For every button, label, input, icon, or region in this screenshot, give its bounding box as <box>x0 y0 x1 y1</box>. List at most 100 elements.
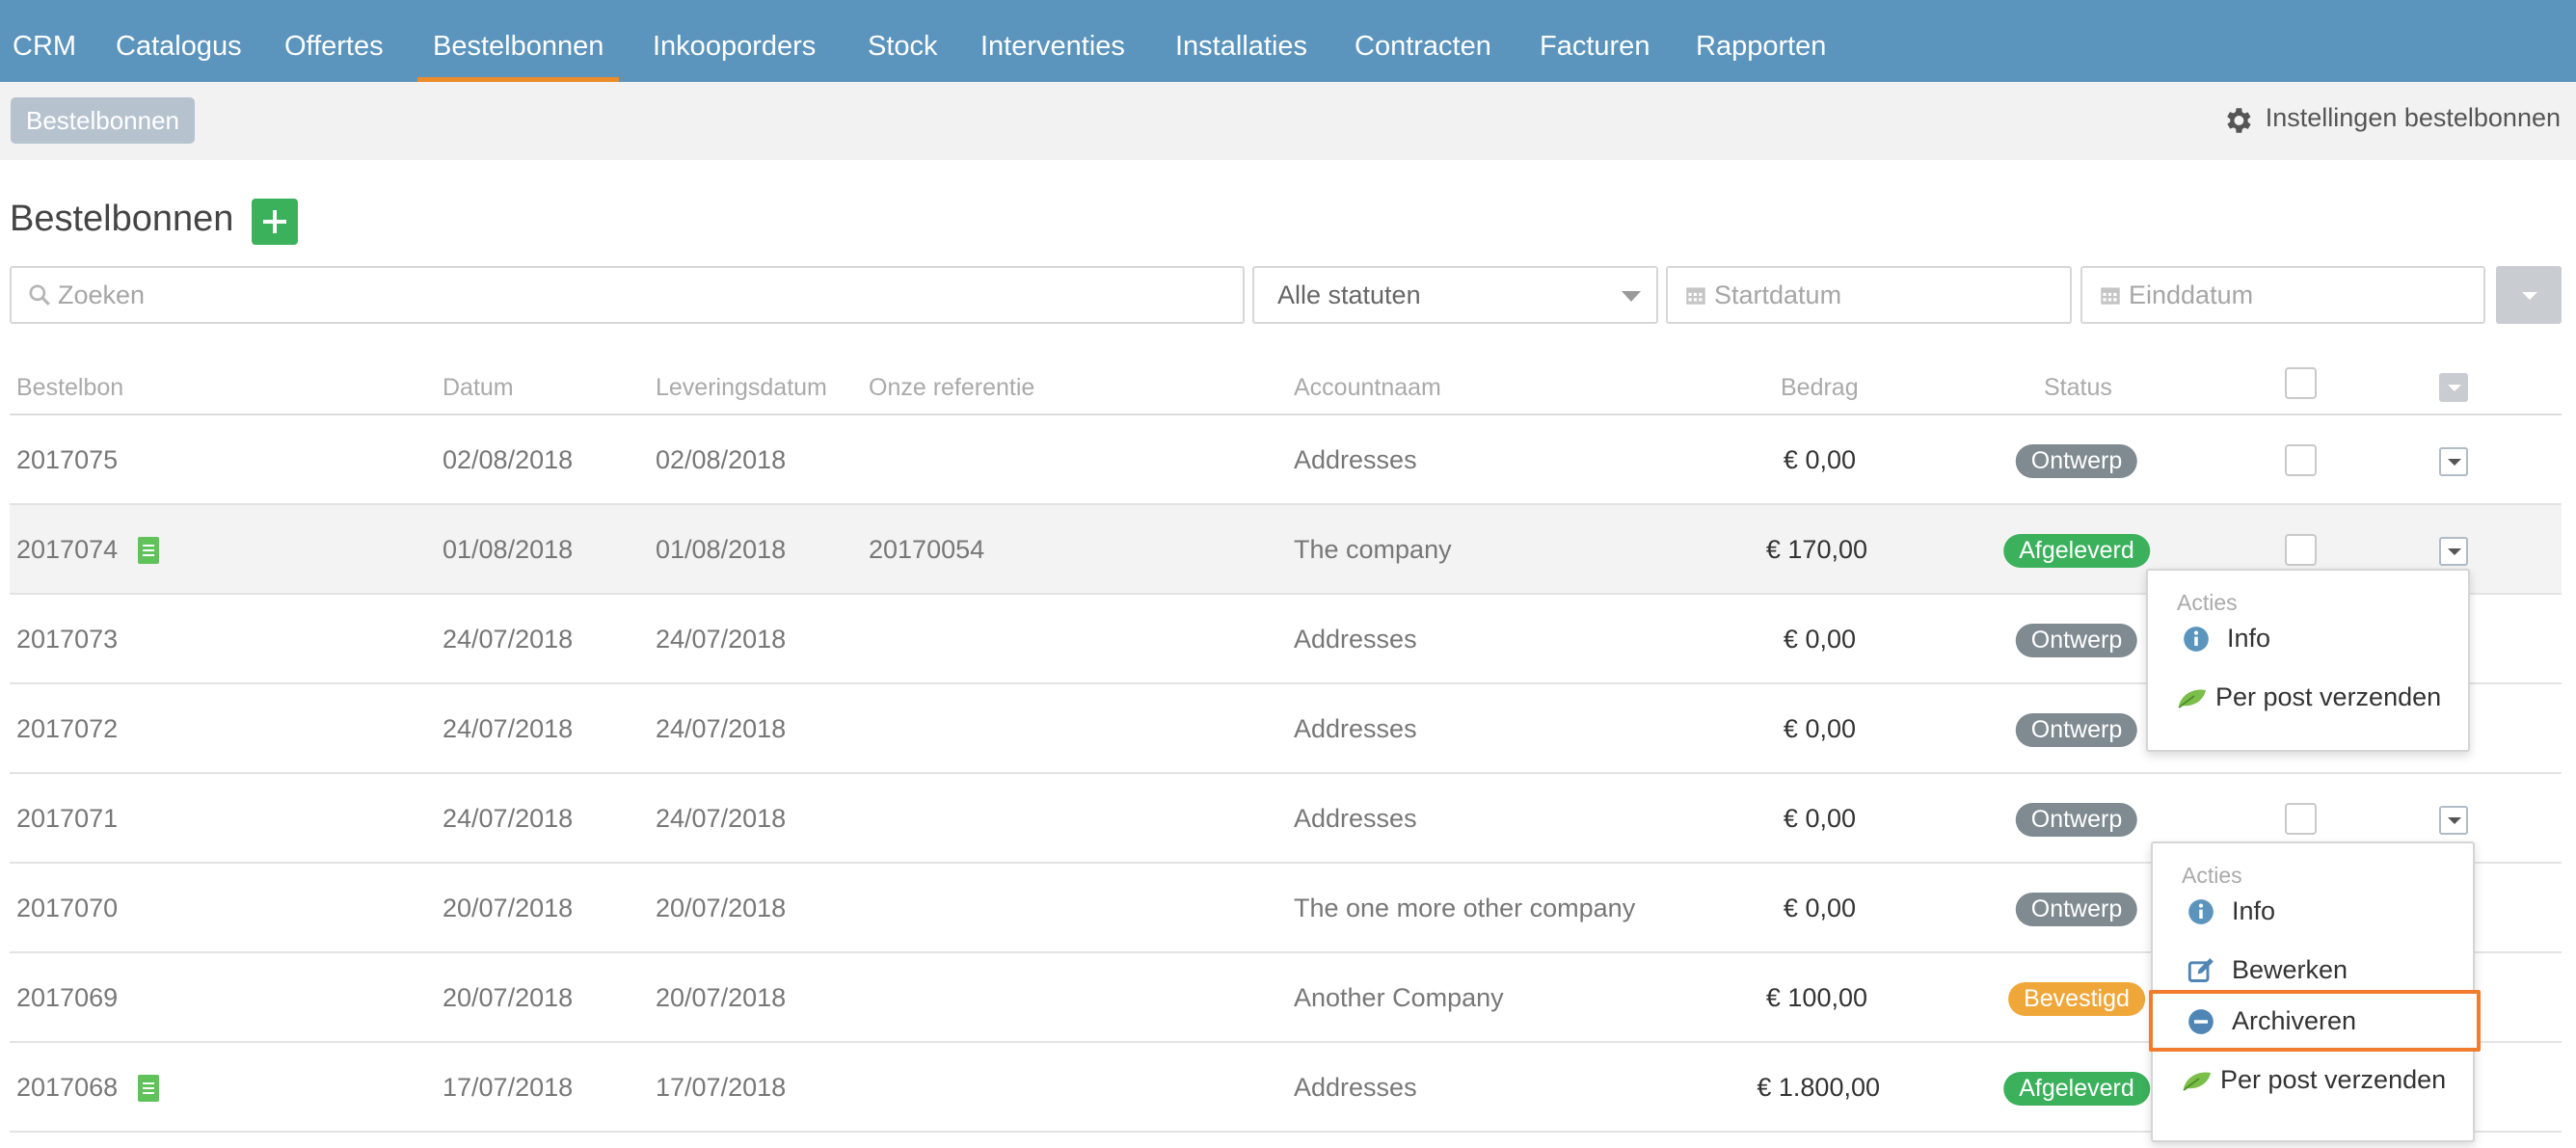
nav-contracten[interactable]: Contracten <box>1355 0 1491 82</box>
cell-bestelbon[interactable]: 2017071 <box>16 774 118 864</box>
row-checkbox[interactable] <box>2285 803 2317 835</box>
cell-datum: 02/08/2018 <box>443 445 574 474</box>
table-row[interactable]: 2017075 02/08/2018 02/08/2018 Addresses … <box>10 415 2562 505</box>
cell-accountnaam[interactable]: Addresses <box>1294 595 1417 684</box>
leaf-icon <box>2178 689 2206 708</box>
cell-bestelbon[interactable]: 2017070 <box>16 864 118 953</box>
edit-icon <box>2187 958 2214 982</box>
calendar-icon <box>1686 287 1705 305</box>
cell-bestelbon[interactable]: 2017068 <box>16 1043 118 1133</box>
status-badge: Ontwerp <box>2015 893 2138 926</box>
page-title: Bestelbonnen <box>10 199 234 239</box>
nav-bestelbonnen[interactable]: Bestelbonnen <box>416 0 620 82</box>
cell-leveringsdatum: 02/08/2018 <box>656 445 787 474</box>
start-date-input[interactable]: Startdatum <box>1666 266 2072 324</box>
row-checkbox[interactable] <box>2285 534 2317 566</box>
column-header-datum[interactable]: Datum <box>443 374 514 402</box>
menu-item-label: Per post verzenden <box>2220 1065 2447 1094</box>
add-bestelbon-button[interactable] <box>252 199 298 245</box>
nav-catalogus[interactable]: Catalogus <box>116 0 242 82</box>
column-header-accountnaam[interactable]: Accountnaam <box>1294 374 1441 402</box>
cell-leveringsdatum: 01/08/2018 <box>656 535 787 564</box>
cell-bedrag: € 100,00 <box>1765 983 1867 1012</box>
cell-bestelbon[interactable]: 2017073 <box>16 595 118 684</box>
cell-bedrag: € 0,00 <box>1783 625 1856 654</box>
end-date-input[interactable]: Einddatum <box>2080 266 2485 324</box>
cell-datum: 24/07/2018 <box>443 714 574 743</box>
menu-item-label: Info <box>2227 624 2271 653</box>
nav-facturen[interactable]: Facturen <box>1540 0 1650 82</box>
nav-offertes[interactable]: Offertes <box>284 0 384 82</box>
cell-bestelbon[interactable]: 2017075 <box>16 415 118 505</box>
cell-datum: 17/07/2018 <box>443 1073 574 1102</box>
status-badge: Ontwerp <box>2015 713 2138 747</box>
settings-link[interactable]: Instellingen bestelbonnen <box>2226 103 2561 133</box>
cell-bestelbon[interactable]: 2017074 <box>16 505 118 595</box>
cell-referentie: 20170054 <box>869 535 985 564</box>
menu-item-label: Bewerken <box>2232 955 2348 984</box>
nav-crm[interactable]: CRM <box>13 0 76 82</box>
settings-link-label: Instellingen bestelbonnen <box>2265 103 2561 132</box>
column-header-bestelbon[interactable]: Bestelbon <box>16 374 123 402</box>
cell-accountnaam[interactable]: Addresses <box>1294 1043 1417 1133</box>
minus-circle-icon <box>2188 1009 2214 1034</box>
cell-bestelbon[interactable]: 2017072 <box>16 684 118 774</box>
cell-accountnaam[interactable]: Addresses <box>1294 774 1417 864</box>
nav-installaties[interactable]: Installaties <box>1175 0 1307 82</box>
calendar-icon <box>2101 287 2120 305</box>
status-select[interactable]: Alle statuten <box>1252 266 1658 324</box>
cell-accountnaam[interactable]: Another Company <box>1294 953 1504 1043</box>
cell-accountnaam[interactable]: Addresses <box>1294 684 1417 774</box>
column-header-status[interactable]: Status <box>2044 374 2112 402</box>
select-all-checkbox[interactable] <box>2285 367 2317 399</box>
cell-leveringsdatum: 24/07/2018 <box>656 804 787 833</box>
row-actions-dropdown[interactable] <box>2439 806 2468 835</box>
menu-item-label: Info <box>2232 896 2276 925</box>
column-header-bedrag[interactable]: Bedrag <box>1781 374 1859 402</box>
info-icon <box>2184 627 2209 652</box>
column-header-referentie[interactable]: Onze referentie <box>869 374 1034 402</box>
cell-accountnaam[interactable]: Addresses <box>1294 415 1417 505</box>
filter-toggle-button[interactable] <box>2496 266 2562 324</box>
sub-bar: Bestelbonnen Instellingen bestelbonnen <box>0 82 2576 160</box>
document-icon[interactable] <box>138 1075 159 1102</box>
cell-bedrag: € 0,00 <box>1783 714 1856 743</box>
cell-datum: 24/07/2018 <box>443 625 574 654</box>
cell-datum: 24/07/2018 <box>443 804 574 833</box>
cell-leveringsdatum: 20/07/2018 <box>656 894 787 922</box>
nav-rapporten[interactable]: Rapporten <box>1696 0 1826 82</box>
row-actions-dropdown[interactable] <box>2439 447 2468 476</box>
breadcrumb-bestelbonnen[interactable]: Bestelbonnen <box>11 97 196 144</box>
menu-header: Acties <box>2177 590 2238 615</box>
cell-bestelbon[interactable]: 2017069 <box>16 953 118 1043</box>
end-date-placeholder: Einddatum <box>2129 280 2254 309</box>
column-header-leveringsdatum[interactable]: Leveringsdatum <box>656 374 827 402</box>
status-badge: Ontwerp <box>2015 624 2138 657</box>
bulk-actions-dropdown[interactable] <box>2439 373 2468 402</box>
status-badge: Bevestigd <box>2008 982 2145 1016</box>
cell-bedrag: € 0,00 <box>1783 894 1856 922</box>
cell-datum: 01/08/2018 <box>443 535 574 564</box>
menu-header: Acties <box>2182 863 2242 888</box>
row-actions-dropdown[interactable] <box>2439 537 2468 566</box>
cell-datum: 20/07/2018 <box>443 894 574 922</box>
row-checkbox[interactable] <box>2285 444 2317 476</box>
status-select-value: Alle statuten <box>1277 280 1421 309</box>
gear-icon <box>2226 108 2251 133</box>
row-actions-menu: Acties Info Per post verzenden <box>2146 569 2470 752</box>
nav-stock[interactable]: Stock <box>868 0 938 82</box>
search-input[interactable]: Zoeken <box>10 266 1245 324</box>
nav-inkooporders[interactable]: Inkooporders <box>653 0 816 82</box>
search-placeholder: Zoeken <box>58 280 146 309</box>
leaf-icon <box>2183 1072 2211 1091</box>
status-badge: Afgeleverd <box>2003 534 2150 568</box>
cell-leveringsdatum: 24/07/2018 <box>656 625 787 654</box>
nav-interventies[interactable]: Interventies <box>980 0 1125 82</box>
menu-item-label: Per post verzenden <box>2215 682 2442 711</box>
document-icon[interactable] <box>138 537 159 564</box>
cell-bedrag: € 1.800,00 <box>1757 1073 1880 1102</box>
cell-accountnaam[interactable]: The one more other company <box>1294 864 1635 953</box>
cell-accountnaam[interactable]: The company <box>1294 505 1452 595</box>
menu-item-label: Archiveren <box>2232 1006 2357 1035</box>
cell-datum: 20/07/2018 <box>443 983 574 1012</box>
